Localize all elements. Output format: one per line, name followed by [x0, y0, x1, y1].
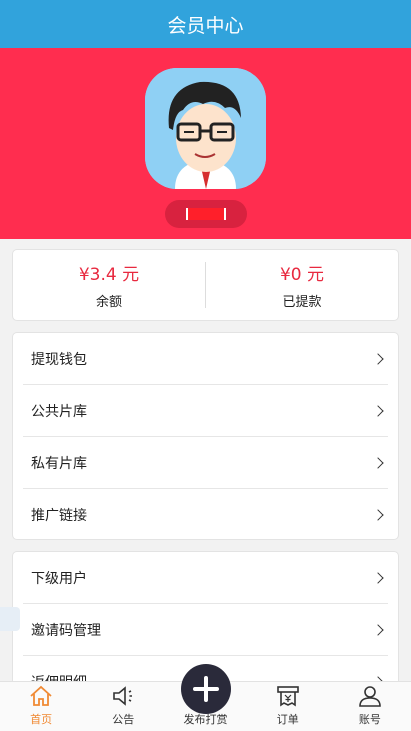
tab-label: 订单: [276, 713, 299, 726]
home-icon: [30, 685, 52, 706]
menu-item-label: 私有片库: [31, 455, 87, 472]
menu-item-sub-users[interactable]: 下级用户: [23, 552, 388, 604]
tab-label: 公告: [112, 713, 135, 726]
menu-item-label: 提现钱包: [31, 351, 87, 368]
tab-orders[interactable]: 订单: [247, 682, 329, 731]
tab-label: 账号: [358, 713, 381, 726]
speaker-icon: [113, 686, 133, 706]
chevron-right-icon: [372, 571, 384, 584]
balance-amount: ¥3.4 元: [78, 265, 140, 285]
menu-item-private-library[interactable]: 私有片库: [23, 437, 388, 489]
page-title: 会员中心: [167, 14, 244, 37]
menu-item-promo-link[interactable]: 推广链接: [23, 489, 388, 539]
side-float-tab[interactable]: [0, 607, 20, 631]
chevron-right-icon: [372, 404, 384, 417]
balance-label: 余额: [95, 295, 122, 310]
chevron-right-icon: [372, 456, 384, 469]
chevron-right-icon: [372, 352, 384, 365]
avatar[interactable]: [145, 68, 266, 189]
balance-withdrawn[interactable]: ¥0 元 已提款: [206, 250, 398, 320]
menu-item-label: 下级用户: [31, 570, 87, 587]
chevron-right-icon: [372, 623, 384, 636]
bottom-tab-bar: 首页 公告 发布打赏 订单 账号: [0, 664, 411, 731]
avatar-cartoon-icon: [145, 68, 266, 189]
order-icon: [276, 686, 299, 707]
tab-label: 首页: [30, 713, 53, 726]
username-redacted: [186, 208, 226, 220]
balance-available[interactable]: ¥3.4 元 余额: [13, 250, 205, 320]
plus-icon: [192, 676, 219, 702]
username-badge: [165, 200, 247, 228]
user-icon: [359, 686, 381, 707]
tab-publish[interactable]: 发布打赏: [164, 664, 246, 731]
withdrawn-amount: ¥0 元: [279, 265, 325, 285]
profile-banner: [0, 48, 411, 239]
menu-item-label: 推广链接: [31, 508, 87, 524]
menu-item-wallet[interactable]: 提现钱包: [23, 333, 388, 385]
tab-home[interactable]: 首页: [0, 682, 82, 731]
tab-announcements[interactable]: 公告: [82, 682, 164, 731]
chevron-right-icon: [372, 509, 384, 521]
menu-item-public-library[interactable]: 公共片库: [23, 385, 388, 437]
menu-item-label: 邀请码管理: [31, 622, 101, 639]
tab-account[interactable]: 账号: [329, 682, 411, 731]
menu-item-label: 公共片库: [31, 403, 87, 420]
header-bar: 会员中心: [0, 0, 411, 48]
balance-card: ¥3.4 元 余额 ¥0 元 已提款: [12, 249, 399, 321]
withdrawn-label: 已提款: [282, 295, 322, 310]
publish-button[interactable]: [180, 664, 231, 714]
menu-card-primary: 提现钱包 公共片库 私有片库 推广链接: [12, 332, 399, 540]
menu-item-invite-codes[interactable]: 邀请码管理: [23, 604, 388, 656]
